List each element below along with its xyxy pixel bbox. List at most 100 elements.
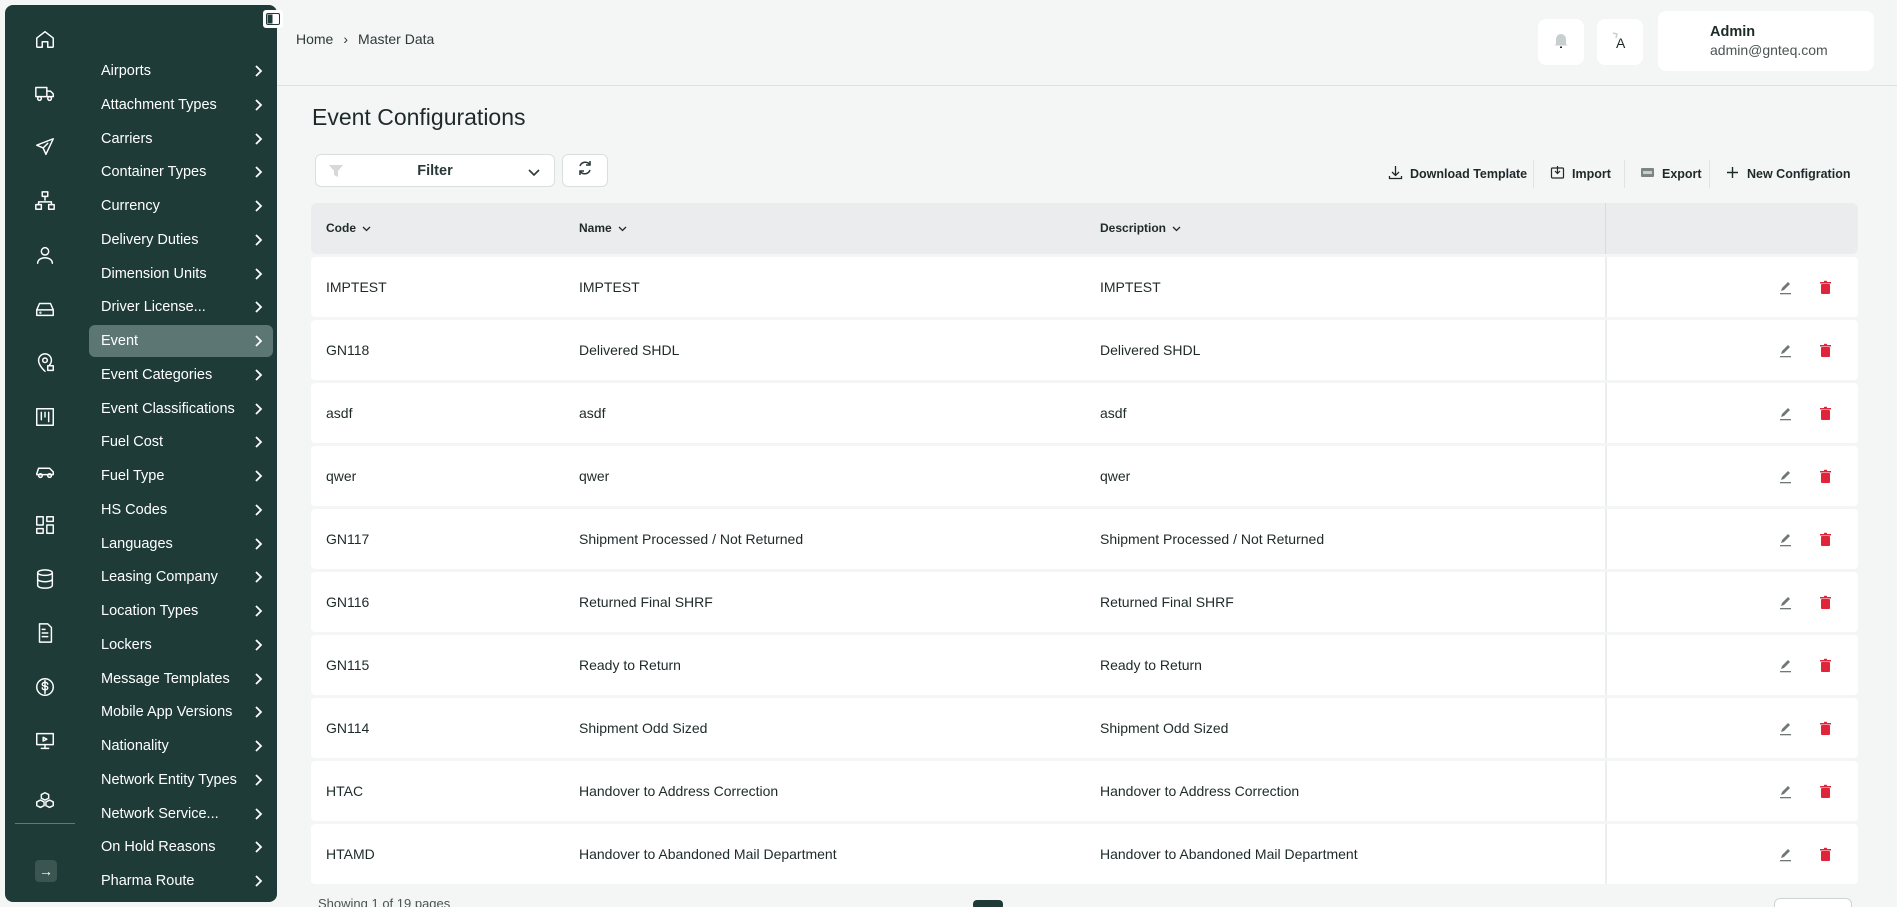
filter-dropdown[interactable]: Filter (315, 154, 555, 187)
new-configuration-button[interactable]: New Configration (1725, 165, 1850, 183)
menu-item-fuel-type[interactable]: Fuel Type (89, 460, 273, 492)
kanban-icon[interactable] (29, 401, 61, 433)
delete-icon[interactable] (1817, 279, 1833, 295)
menu-item-fuel-cost[interactable]: Fuel Cost (89, 426, 273, 458)
map-pin-icon[interactable] (29, 347, 61, 379)
table-row[interactable]: HTAC Handover to Address Correction Hand… (311, 761, 1858, 821)
monitor-icon[interactable] (29, 725, 61, 757)
table-row[interactable]: GN116 Returned Final SHRF Returned Final… (311, 572, 1858, 632)
notification-button[interactable] (1538, 19, 1584, 65)
menu-item-currency[interactable]: Currency (89, 190, 273, 222)
delete-icon[interactable] (1817, 405, 1833, 421)
menu-item-driver-license[interactable]: Driver License... (89, 291, 273, 323)
menu-item-location-types[interactable]: Location Types (89, 595, 273, 627)
delete-icon[interactable] (1817, 720, 1833, 736)
car-icon[interactable] (29, 455, 61, 487)
menu-item-pharma-route[interactable]: Pharma Route (89, 865, 273, 897)
edit-icon[interactable] (1777, 594, 1793, 610)
cell-name: qwer (579, 468, 610, 484)
breadcrumb-home[interactable]: Home (296, 31, 333, 47)
home-icon[interactable] (29, 23, 61, 55)
menu-item-container-types[interactable]: Container Types (89, 156, 273, 188)
table-row[interactable]: GN118 Delivered SHDL Delivered SHDL (311, 320, 1858, 380)
cell-description: Handover to Address Correction (1100, 783, 1300, 799)
menu-item-mobile-app-versions[interactable]: Mobile App Versions (89, 696, 273, 728)
cell-name: Shipment Processed / Not Returned (579, 531, 804, 547)
export-button[interactable]: Export (1640, 165, 1702, 183)
truck-icon[interactable] (29, 77, 61, 109)
menu-item-leasing-company[interactable]: Leasing Company (89, 561, 273, 593)
menu-item-delivery-duties[interactable]: Delivery Duties (89, 224, 273, 256)
menu-item-languages[interactable]: Languages (89, 528, 273, 560)
page-size-select[interactable] (1774, 898, 1852, 907)
edit-icon[interactable] (1777, 531, 1793, 547)
database-icon[interactable] (29, 563, 61, 595)
dashboard-icon[interactable] (29, 509, 61, 541)
edit-icon[interactable] (1777, 720, 1793, 736)
cell-code: GN116 (326, 594, 370, 610)
menu-item-event-categories[interactable]: Event Categories (89, 359, 273, 391)
edit-icon[interactable] (1777, 279, 1793, 295)
table-row[interactable]: asdf asdf asdf (311, 383, 1858, 443)
delete-icon[interactable] (1817, 657, 1833, 673)
import-button[interactable]: Import (1550, 165, 1611, 183)
table-row[interactable]: GN115 Ready to Return Ready to Return (311, 635, 1858, 695)
document-icon[interactable] (29, 617, 61, 649)
chevron-right-icon (254, 773, 263, 787)
edit-icon[interactable] (1777, 783, 1793, 799)
table-row[interactable]: IMPTEST IMPTEST IMPTEST (311, 257, 1858, 317)
menu-item-event[interactable]: Event (89, 325, 273, 357)
logout-icon[interactable]: → (35, 860, 57, 882)
menu-item-dimension-units[interactable]: Dimension Units (89, 258, 273, 290)
menu-item-lockers[interactable]: Lockers (89, 629, 273, 661)
table-row[interactable]: qwer qwer qwer (311, 446, 1858, 506)
edit-icon[interactable] (1777, 405, 1793, 421)
plane-icon[interactable] (29, 131, 61, 163)
menu-item-label: Delivery Duties (101, 232, 199, 248)
edit-icon[interactable] (1777, 468, 1793, 484)
menu-item-hs-codes[interactable]: HS Codes (89, 494, 273, 526)
breadcrumb-master-data[interactable]: Master Data (358, 31, 434, 47)
delete-icon[interactable] (1817, 594, 1833, 610)
cell-description: Handover to Abandoned Mail Department (1100, 846, 1358, 862)
language-button[interactable]: A (1597, 19, 1643, 65)
menu-item-network-service[interactable]: Network Service... (89, 798, 273, 830)
cell-description: Shipment Processed / Not Returned (1100, 531, 1325, 547)
user-profile-card[interactable]: Admin admin@gnteq.com (1658, 11, 1874, 71)
menu-item-nationality[interactable]: Nationality (89, 730, 273, 762)
delete-icon[interactable] (1817, 531, 1833, 547)
cubes-icon[interactable] (29, 785, 61, 817)
delete-icon[interactable] (1817, 342, 1833, 358)
menu-item-label: Lockers (101, 637, 152, 653)
menu-item-message-templates[interactable]: Message Templates (89, 663, 273, 695)
chevron-right-icon (254, 165, 263, 179)
column-header-name[interactable]: Name (579, 221, 627, 235)
table-row[interactable]: HTAMD Handover to Abandoned Mail Departm… (311, 824, 1858, 884)
menu-item-network-entity-types[interactable]: Network Entity Types (89, 764, 273, 796)
dollar-icon[interactable] (29, 671, 61, 703)
column-header-code[interactable]: Code (326, 221, 371, 235)
menu-item-label: Mobile App Versions (101, 704, 233, 720)
menu-item-carriers[interactable]: Carriers (89, 123, 273, 155)
column-header-description[interactable]: Description (1100, 221, 1181, 235)
sidebar-collapse-icon[interactable] (263, 10, 283, 28)
menu-item-airports[interactable]: Airports (89, 55, 273, 87)
menu-item-event-classifications[interactable]: Event Classifications (89, 393, 273, 425)
inbox-icon[interactable] (29, 293, 61, 325)
refresh-button[interactable] (562, 154, 608, 187)
user-icon[interactable] (29, 239, 61, 271)
download-template-button[interactable]: Download Template (1388, 165, 1527, 183)
table-row[interactable]: GN117 Shipment Processed / Not Returned … (311, 509, 1858, 569)
edit-icon[interactable] (1777, 657, 1793, 673)
menu-item-attachment-types[interactable]: Attachment Types (89, 89, 273, 121)
table-row[interactable]: GN114 Shipment Odd Sized Shipment Odd Si… (311, 698, 1858, 758)
menu-item-on-hold-reasons[interactable]: On Hold Reasons (89, 831, 273, 863)
sitemap-icon[interactable] (29, 185, 61, 217)
delete-icon[interactable] (1817, 846, 1833, 862)
delete-icon[interactable] (1817, 468, 1833, 484)
edit-icon[interactable] (1777, 342, 1793, 358)
delete-icon[interactable] (1817, 783, 1833, 799)
row-divider (1605, 761, 1607, 821)
edit-icon[interactable] (1777, 846, 1793, 862)
pagination-current-page[interactable] (973, 900, 1003, 907)
